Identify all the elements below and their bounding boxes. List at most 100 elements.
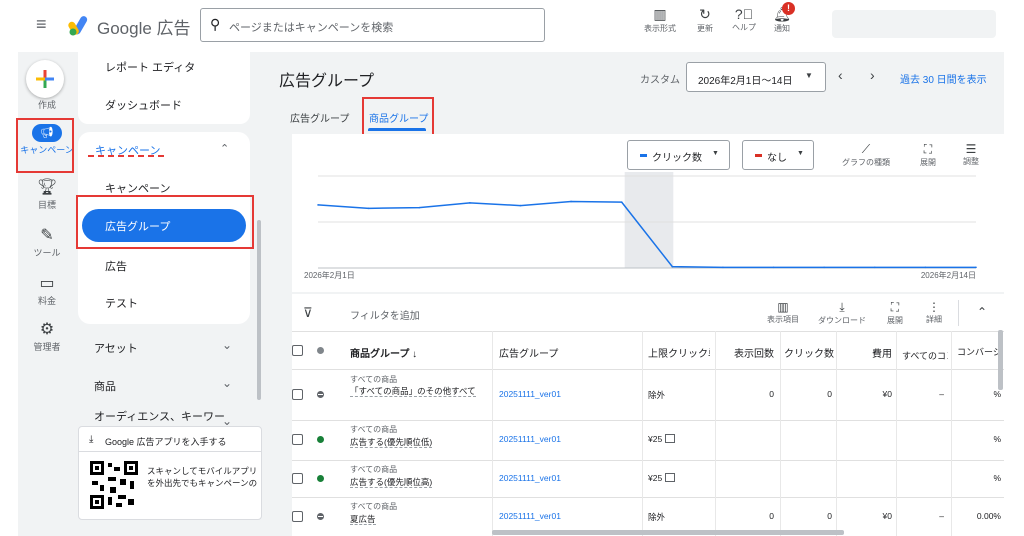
cost: ¥0 — [882, 388, 892, 399]
max-cpc[interactable]: ¥25 — [648, 472, 675, 483]
product-group-name[interactable]: 広告する(優先順位高) — [350, 477, 495, 488]
row-checkbox[interactable] — [292, 510, 303, 522]
select-all-checkbox[interactable] — [292, 345, 303, 356]
product-group-name[interactable]: 「すべての商品」のその他すべて — [350, 386, 495, 397]
max-cpc[interactable]: 除外 — [648, 511, 665, 523]
col-header-impressions[interactable]: 表示回数 — [722, 345, 774, 360]
date-label: カスタム — [640, 75, 680, 86]
metric1-dropdown[interactable]: クリック数 ▼ — [627, 140, 730, 170]
refresh-button[interactable]: ↻ 更新 — [690, 6, 720, 34]
nav-audiences[interactable]: オーディエンス、キーワー — [94, 408, 225, 424]
col-header-ad-group[interactable]: 広告グループ — [499, 345, 558, 360]
all-conversions: – — [939, 510, 944, 521]
download-button[interactable]: ⤓ ダウンロード — [814, 300, 870, 326]
collapse-table-icon[interactable]: ⌃ — [977, 305, 987, 319]
table-row[interactable]: すべての商品 「すべての商品」のその他すべて 20251111_ver01 除外 0 0 ¥… — [292, 369, 1004, 420]
product-group-name[interactable]: 広告する(優先順位低) — [350, 437, 495, 448]
prev-period-icon[interactable]: ‹ — [838, 67, 843, 83]
status-dot[interactable] — [317, 512, 324, 520]
conversion-rate: % — [993, 434, 1001, 444]
columns-button[interactable]: ▥ 表示項目 — [762, 300, 804, 325]
nav-dashboard[interactable]: ダッシュボード — [105, 97, 182, 113]
row-checkbox[interactable] — [292, 472, 303, 484]
rail-goals[interactable]: 🏆︎ 目標 — [18, 178, 76, 211]
table-vertical-scrollbar[interactable] — [998, 330, 1003, 390]
impressions: 0 — [769, 388, 774, 399]
notifications-button[interactable]: 🔔︎ 通知 ! — [768, 2, 796, 34]
table-row[interactable]: すべての商品 広告する(優先順位低) 20251111_ver01 ¥25 % — [292, 420, 1004, 460]
rail-admin[interactable]: ⚙ 管理者 — [18, 320, 76, 353]
col-header-cost[interactable]: 費用 — [840, 345, 892, 360]
next-period-icon[interactable]: › — [870, 67, 875, 83]
nav-report-editor[interactable]: レポート エディタ — [105, 59, 195, 75]
rail-tools[interactable]: ✎ ツール — [18, 226, 76, 259]
cost: ¥0 — [882, 510, 892, 521]
view-format-button[interactable]: ▥ 表示形式 — [640, 6, 680, 34]
notification-badge: ! — [782, 2, 795, 15]
col-header-all-conversions[interactable]: すべてのコンバ — [902, 349, 948, 362]
ad-group-link[interactable]: 20251111_ver01 — [499, 511, 561, 521]
col-header-conversions[interactable]: コンバージョン — [957, 345, 1002, 358]
max-cpc[interactable]: 除外 — [648, 389, 665, 401]
max-cpc[interactable]: ¥25 — [648, 434, 675, 444]
ad-group-link[interactable]: 20251111_ver01 — [499, 389, 561, 399]
create-button[interactable] — [26, 60, 64, 98]
col-header-product-group[interactable]: 商品グループ ↓ — [350, 345, 417, 360]
nav-sub-ads[interactable]: 広告 — [105, 258, 127, 274]
plus-icon — [36, 70, 54, 88]
filter-icon[interactable]: ⊽ — [303, 305, 313, 321]
status-dot[interactable] — [317, 390, 324, 398]
table-icon: ▥ — [653, 6, 667, 22]
nav-sub-campaigns[interactable]: キャンペーン — [105, 180, 170, 196]
top-bar: ≡ Google 広告 ⚲ ページまたはキャンペーンを検索 ▥ 表示形式 ↻ 更… — [0, 0, 1024, 52]
gear-icon: ⚙ — [39, 321, 55, 338]
row-checkbox[interactable] — [292, 434, 303, 445]
col-header-clicks[interactable]: クリック数 — [784, 345, 834, 360]
red-dash-underline — [88, 155, 164, 157]
nav-sub-experiments[interactable]: テスト — [105, 295, 138, 311]
x-tick-end: 2026年2月14日 — [921, 270, 976, 280]
status-dot[interactable] — [317, 474, 324, 482]
product-group-name[interactable]: 夏広告 — [350, 514, 495, 525]
table-row[interactable]: すべての商品 広告する(優先順位高) 20251111_ver01 ¥25 % — [292, 460, 1004, 497]
search-input[interactable]: ⚲ ページまたはキャンペーンを検索 — [200, 8, 545, 42]
dropdown-arrow-icon: ▼ — [797, 150, 804, 157]
details-button[interactable]: ⋮ 詳細 — [920, 300, 948, 325]
col-header-max-cpc[interactable]: 上限クリック単価 — [648, 345, 710, 360]
row-checkbox[interactable] — [292, 388, 303, 400]
help-button[interactable]: ?⃝ ヘルプ — [728, 6, 760, 33]
qr-code — [90, 461, 138, 509]
ad-group-link[interactable]: 20251111_ver01 — [499, 473, 561, 483]
menu-icon[interactable]: ≡ — [36, 14, 47, 35]
table-horizontal-scrollbar[interactable] — [492, 530, 844, 535]
data-point — [671, 265, 674, 268]
nav-assets[interactable]: アセット — [94, 340, 138, 356]
past-30-days-link[interactable]: 過去 30 日間を表示 — [900, 71, 987, 86]
conversion-rate: % — [993, 388, 1001, 399]
ad-group-link[interactable]: 20251111_ver01 — [499, 434, 561, 444]
add-filter-button[interactable]: フィルタを追加 — [350, 307, 420, 322]
adjust-icon: ☰ — [965, 142, 977, 156]
search-icon: ⚲ — [210, 16, 221, 32]
chart-type-button[interactable]: ⟋ グラフの種類 — [838, 142, 894, 168]
table-expand-button[interactable]: ⛶ 展開 — [880, 300, 910, 326]
chart-expand-button[interactable]: ⛶ 展開 — [912, 142, 944, 168]
nav-products[interactable]: 商品 — [94, 378, 116, 394]
product-category: すべての商品 — [350, 465, 398, 474]
page-title: 広告グループ — [279, 73, 375, 90]
rail-billing[interactable]: ▭ 料金 — [18, 274, 76, 307]
highlight-box-nav — [76, 195, 254, 249]
status-dot[interactable] — [317, 436, 324, 443]
account-selector[interactable] — [832, 10, 996, 38]
download-icon: ⤓ — [839, 300, 845, 314]
series-swatch-blue — [640, 154, 647, 157]
product-category: すべての商品 — [350, 375, 398, 384]
tab-ad-groups[interactable]: 広告グループ — [290, 110, 349, 125]
metric2-dropdown[interactable]: なし ▼ — [742, 140, 814, 170]
date-range-selector[interactable]: 2026年2月1日～14日 ▼ — [686, 62, 826, 92]
status-header-dot — [317, 347, 324, 354]
tools-icon: ✎ — [40, 227, 54, 244]
chart-adjust-button[interactable]: ☰ 調整 — [955, 142, 987, 167]
nav-scrollbar[interactable] — [257, 220, 261, 400]
chevron-up-icon[interactable]: ⌃ — [220, 142, 229, 155]
